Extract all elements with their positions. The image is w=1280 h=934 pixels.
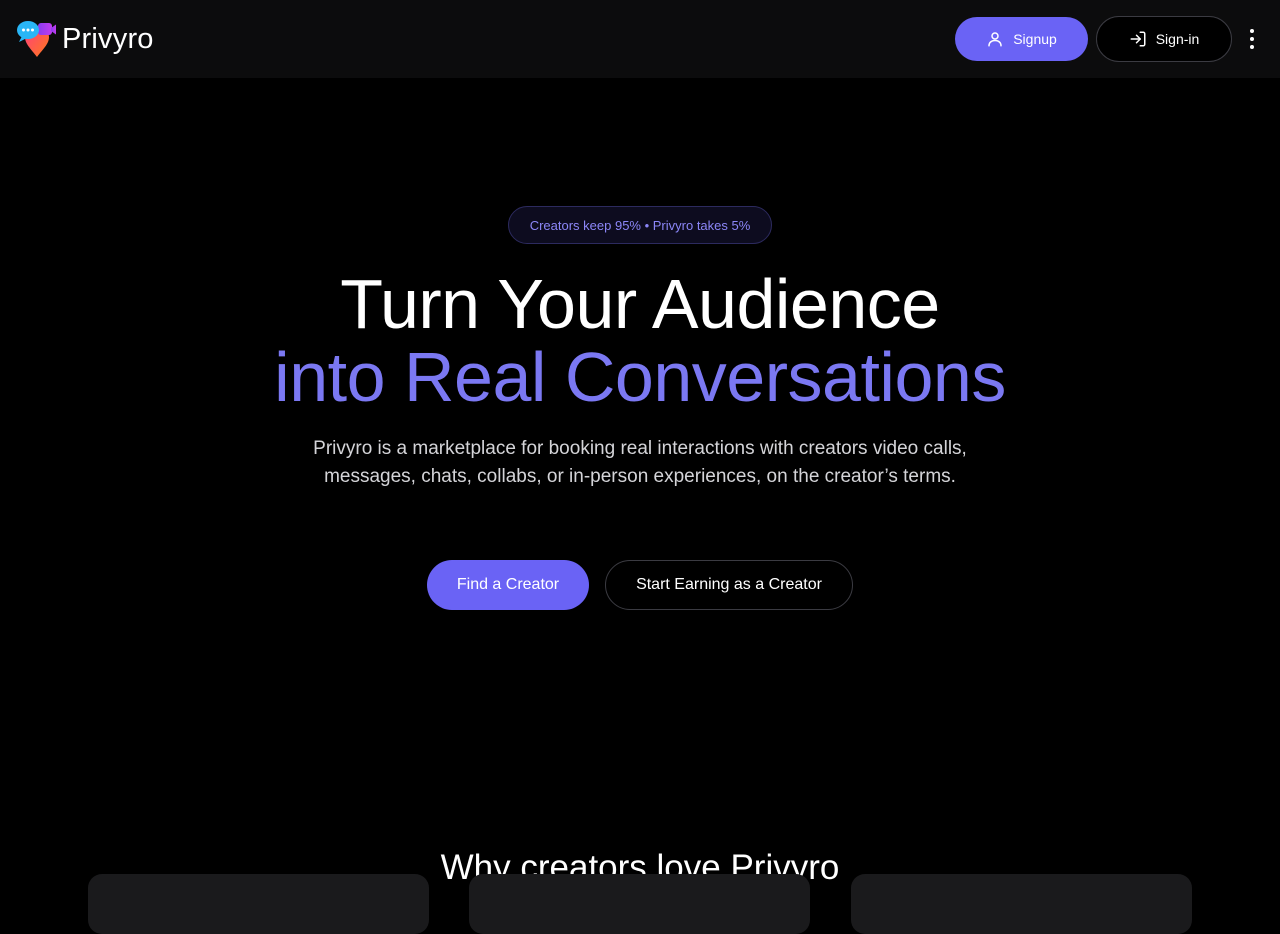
signin-button[interactable]: Sign-in <box>1096 16 1232 62</box>
hero-cta-row: Find a Creator Start Earning as a Creato… <box>0 560 1280 610</box>
user-icon <box>988 32 1002 47</box>
more-vertical-icon[interactable] <box>1240 19 1264 59</box>
top-navbar: Privyro Signup Sign-in <box>0 0 1280 78</box>
nav-actions: Signup Sign-in <box>955 16 1264 62</box>
brand-link[interactable]: Privyro <box>16 19 154 59</box>
brand-logo-icon <box>17 21 56 57</box>
hero-description: Privyro is a marketplace for booking rea… <box>313 438 967 487</box>
signup-label: Signup <box>1013 31 1057 47</box>
start-earning-button[interactable]: Start Earning as a Creator <box>605 560 853 610</box>
hero-title-line1: Turn Your Audience <box>340 265 940 343</box>
commission-badge: Creators keep 95% • Privyro takes 5% <box>508 206 772 244</box>
find-creator-button[interactable]: Find a Creator <box>427 560 589 610</box>
signup-button[interactable]: Signup <box>955 17 1088 61</box>
feature-card <box>469 874 810 934</box>
sign-in-arrow-icon <box>1130 31 1146 47</box>
signin-label: Sign-in <box>1155 31 1200 47</box>
feature-card <box>851 874 1192 934</box>
hero-title-line2: into Real Conversations <box>274 338 1006 416</box>
feature-card <box>88 874 429 934</box>
brand-name: Privyro <box>62 22 154 55</box>
